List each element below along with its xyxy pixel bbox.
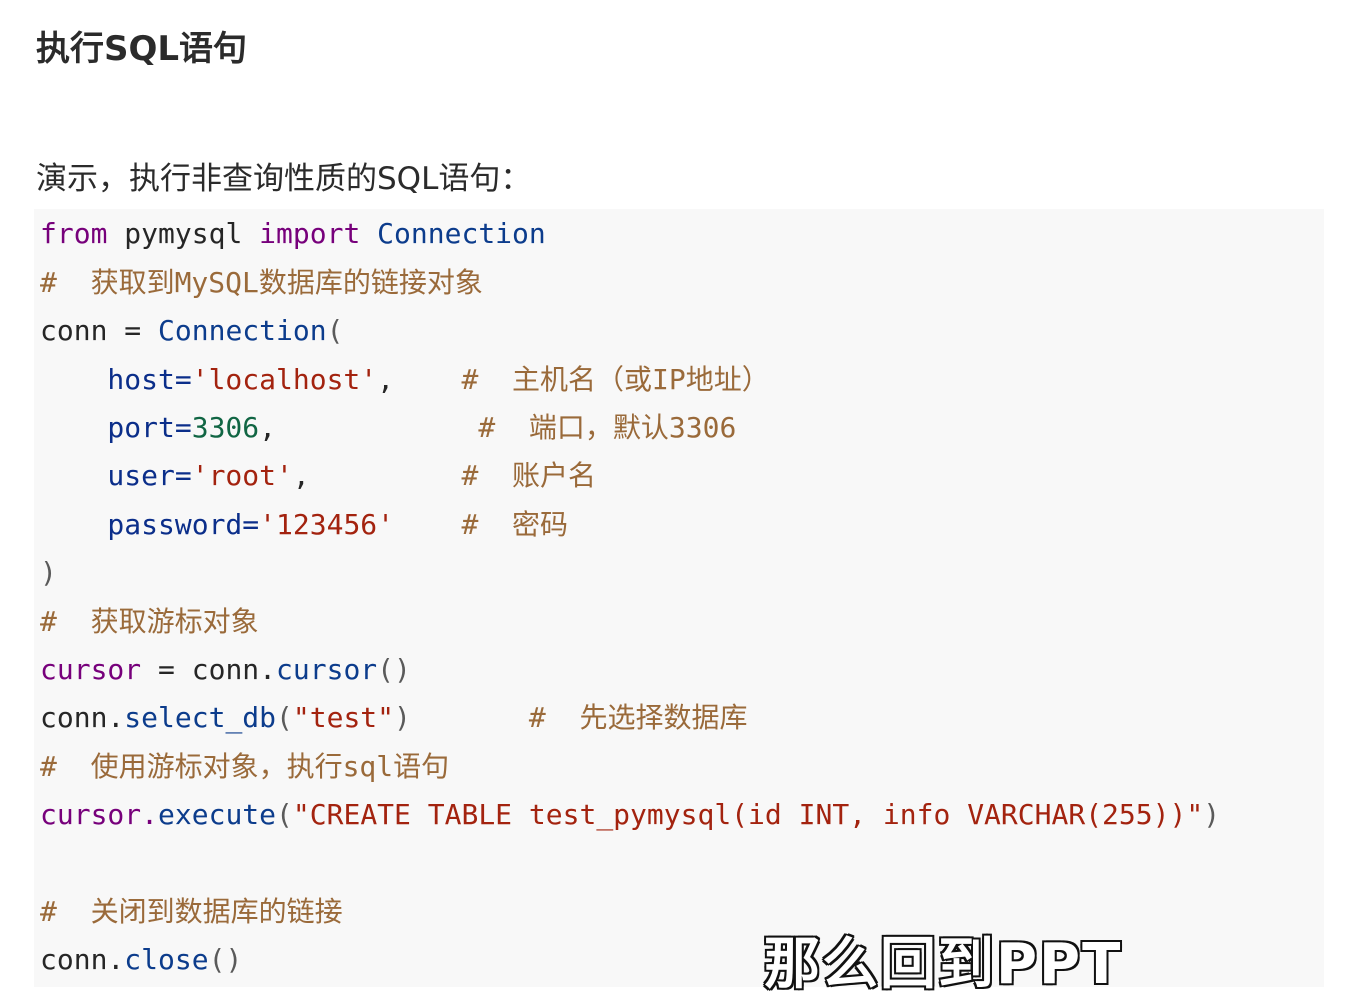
code-line-user: user='root', # 账户名 (40, 452, 596, 500)
close-paren: ) (394, 701, 411, 734)
comment-port: # 端口，默认3306 (478, 411, 737, 444)
code-line-connection: conn = Connection( (40, 307, 343, 355)
assign-expression: = conn. (141, 653, 277, 686)
page-title: 执行SQL语句 (36, 29, 248, 69)
code-comment-connect: # 获取到MySQL数据库的链接对象 (40, 259, 483, 307)
separator: , (292, 459, 462, 492)
param-port: port= (40, 411, 192, 444)
code-line-close: conn.close() (40, 936, 242, 984)
number-port: 3306 (191, 411, 260, 444)
open-paren: ( (326, 314, 344, 347)
string-password: '123456' (259, 508, 395, 541)
code-line-password: password='123456' # 密码 (40, 501, 568, 549)
comment-host: # 主机名（或IP地址） (461, 363, 770, 396)
comment-password: # 密码 (461, 508, 569, 541)
code-block: from pymysql import Connection # 获取到MySQ… (34, 209, 1324, 987)
comment-text: # 获取到MySQL数据库的链接对象 (40, 266, 483, 299)
code-line-cursor: cursor = conn.cursor() (40, 646, 411, 694)
separator: , (259, 411, 479, 444)
code-comment-execute: # 使用游标对象，执行sql语句 (40, 743, 449, 791)
separator: , (377, 363, 462, 396)
comment-user: # 账户名 (461, 459, 597, 492)
comment-text: # 使用游标对象，执行sql语句 (40, 750, 450, 783)
video-subtitle: 那么回到PPT (762, 931, 1123, 999)
comment-text: # 获取游标对象 (40, 605, 259, 638)
string-host: 'localhost' (191, 363, 378, 396)
comment-select-db: # 先选择数据库 (528, 701, 748, 734)
code-line-select-db: conn.select_db("test") # 先选择数据库 (40, 694, 747, 742)
code-line-port: port=3306, # 端口，默认3306 (40, 404, 736, 452)
keyword-import: import (259, 217, 361, 250)
string-test: "test" (292, 701, 395, 734)
object-cursor: cursor. (40, 798, 159, 831)
string-user: 'root' (191, 459, 293, 492)
code-line-execute: cursor.execute("CREATE TABLE test_pymysq… (40, 791, 1220, 839)
param-host: host= (40, 363, 192, 396)
object-conn: conn. (40, 943, 125, 976)
string-sql: "CREATE TABLE test_pymysql(id INT, info … (292, 798, 1204, 831)
intro-text: 演示，执行非查询性质的SQL语句： (36, 161, 532, 197)
close-paren: ) (40, 556, 57, 589)
call-parens: () (377, 653, 411, 686)
code-line-import: from pymysql import Connection (40, 210, 546, 258)
keyword-from: from (40, 217, 108, 250)
open-paren: ( (276, 798, 293, 831)
param-password: password= (40, 508, 260, 541)
code-comment-close: # 关闭到数据库的链接 (40, 888, 343, 936)
object-conn: conn. (40, 701, 125, 734)
code-line-host: host='localhost', # 主机名（或IP地址） (40, 356, 770, 404)
method-select-db: select_db (124, 701, 277, 734)
variable-conn: conn = (40, 314, 159, 347)
code-line-close-paren: ) (40, 549, 57, 597)
method-close: close (124, 943, 209, 976)
method-cursor: cursor (276, 653, 378, 686)
module-name: pymysql (107, 217, 260, 250)
class-name: Connection (360, 217, 546, 250)
code-comment-cursor: # 获取游标对象 (40, 598, 259, 646)
open-paren: ( (276, 701, 293, 734)
variable-cursor: cursor (40, 653, 142, 686)
method-execute: execute (158, 798, 277, 831)
call-parens: () (208, 943, 243, 976)
comment-text: # 关闭到数据库的链接 (40, 895, 343, 928)
close-paren: ) (1203, 798, 1221, 831)
param-user: user= (40, 459, 192, 492)
class-call: Connection (158, 314, 327, 347)
